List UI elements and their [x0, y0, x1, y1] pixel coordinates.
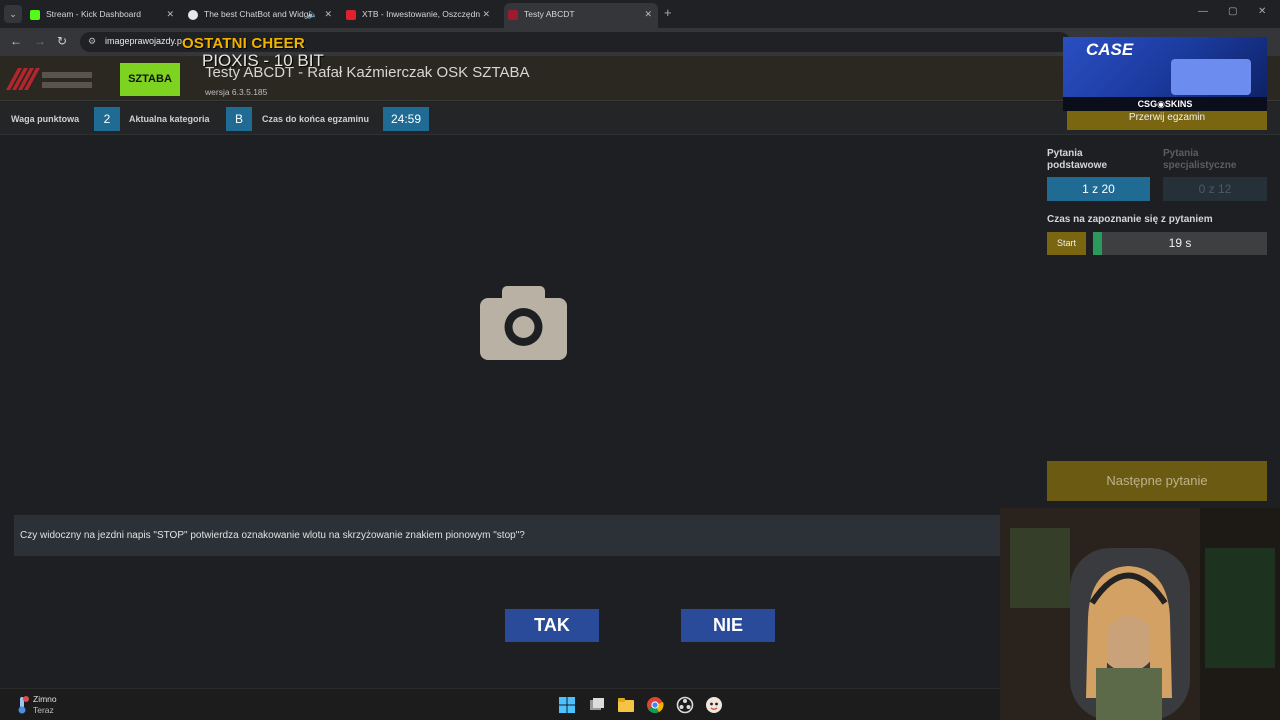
tab-label: Testy ABCDT — [524, 9, 575, 19]
category-value: B — [226, 107, 252, 131]
csgoskins-ad: CASE CSG◉SKINS — [1063, 37, 1267, 111]
file-explorer-icon[interactable] — [617, 696, 635, 714]
testy-icon — [508, 9, 518, 20]
tab-xtb[interactable]: XTB - Inwestowanie, Oszczędn ✕ — [346, 4, 496, 24]
ad-brand-text: CSG◉SKINS — [1063, 97, 1267, 111]
next-question-button[interactable]: Następne pytanie — [1047, 461, 1267, 501]
exam-time-label: Czas do końca egzaminu — [262, 114, 370, 124]
app-avatar-icon[interactable] — [705, 696, 723, 714]
new-tab-button[interactable]: + — [664, 5, 672, 20]
tab-label: The best ChatBot and Widg — [204, 9, 309, 19]
close-icon[interactable]: ✕ — [482, 4, 490, 24]
basic-questions-label: Pytania podstawowe — [1047, 148, 1108, 171]
close-icon[interactable]: ✕ — [644, 3, 652, 25]
tab-testy-abcdt[interactable]: Testy ABCDT ✕ — [504, 3, 658, 28]
thermometer-icon[interactable] — [14, 696, 30, 714]
windows-start-icon[interactable] — [558, 696, 576, 714]
basic-questions-counter: 1 z 20 — [1047, 177, 1150, 201]
grupa-image-logo — [6, 68, 92, 90]
tab-search-button[interactable]: ⌄ — [4, 5, 22, 23]
kick-icon — [30, 9, 40, 20]
last-cheer-user: PIOXIS - 10 BIT — [202, 51, 324, 70]
question-text: Czy widoczny na jezdni napis "STOP" potw… — [20, 530, 525, 541]
exam-time-value: 24:59 — [383, 107, 429, 131]
category-label: Aktualna kategoria — [129, 114, 210, 124]
weather-status: Zimno — [33, 694, 57, 704]
reading-timer-value: 19 s — [1168, 236, 1192, 250]
webcam-image — [1000, 508, 1280, 720]
tab-kick-dashboard[interactable]: Stream - Kick Dashboard ✕ — [30, 4, 180, 24]
weather-time: Teraz — [33, 705, 54, 715]
speaker-icon[interactable]: 🔈 — [307, 4, 318, 24]
windows-taskbar: Zimno Teraz — [0, 688, 1000, 720]
chatbot-icon — [188, 9, 198, 20]
app-version: wersja 6.3.5.185 — [205, 87, 268, 97]
browser-tab-strip: ⌄ Stream - Kick Dashboard ✕ The best Cha… — [0, 0, 1280, 28]
start-button[interactable]: Start — [1047, 232, 1086, 255]
weight-label: Waga punktowa — [11, 114, 80, 124]
answer-yes-button[interactable]: TAK — [505, 609, 599, 642]
stop-exam-button[interactable]: Przerwij egzamin — [1067, 108, 1267, 130]
close-window-icon[interactable]: ✕ — [1258, 6, 1266, 17]
specialist-questions-counter: 0 z 12 — [1163, 177, 1267, 201]
obs-icon[interactable] — [676, 696, 694, 714]
question-box: Czy widoczny na jezdni napis "STOP" potw… — [14, 515, 1014, 556]
minimize-icon[interactable]: — — [1198, 6, 1208, 17]
reading-time-label: Czas na zapoznanie się z pytaniem — [1047, 214, 1213, 225]
url-text: imageprawojazdy.p — [105, 36, 182, 46]
back-arrow-icon[interactable]: ← — [10, 34, 22, 48]
site-info-icon[interactable]: ⚙ — [88, 36, 96, 47]
case-box-image — [1171, 59, 1251, 95]
forward-arrow-icon[interactable]: → — [34, 34, 46, 48]
xtb-icon — [346, 9, 356, 20]
close-icon[interactable]: ✕ — [166, 4, 174, 24]
close-icon[interactable]: ✕ — [324, 4, 332, 24]
camera-icon — [480, 286, 567, 360]
tab-label: XTB - Inwestowanie, Oszczędn — [362, 9, 481, 19]
maximize-icon[interactable]: ▢ — [1228, 6, 1237, 17]
last-cheer-title: OSTATNI CHEER — [182, 35, 305, 52]
answer-no-button[interactable]: NIE — [681, 609, 775, 642]
tab-label: Stream - Kick Dashboard — [46, 9, 141, 19]
tab-chatbot[interactable]: The best ChatBot and Widg 🔈 ✕ — [188, 4, 338, 24]
specialist-questions-label: Pytania specjalistyczne — [1163, 148, 1237, 171]
reload-icon[interactable]: ↻ — [57, 34, 67, 48]
ad-case-text: CASE — [1086, 40, 1134, 59]
task-view-icon[interactable] — [588, 696, 606, 714]
sztaba-logo: SZTABA — [120, 63, 180, 96]
reading-timer-bar: 19 s — [1093, 232, 1267, 255]
chrome-icon[interactable] — [646, 696, 664, 714]
webcam-feed — [1000, 508, 1280, 720]
weight-value: 2 — [94, 107, 120, 131]
